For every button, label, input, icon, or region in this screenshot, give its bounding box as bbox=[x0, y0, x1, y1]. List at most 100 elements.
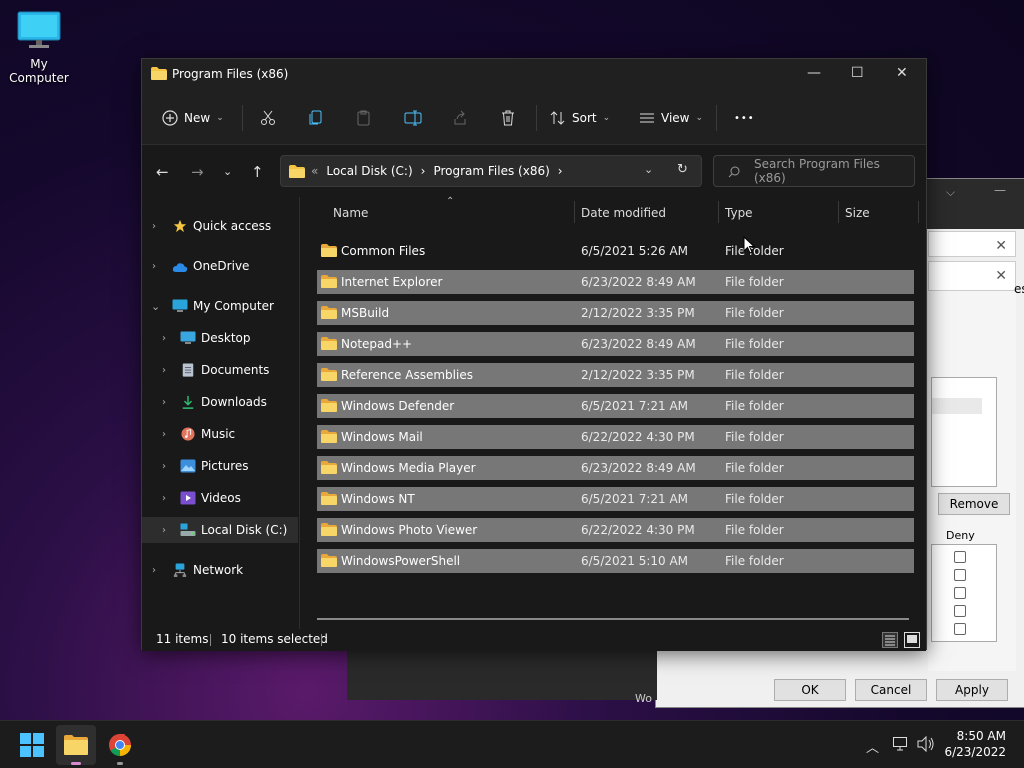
deny-checkbox[interactable] bbox=[954, 605, 966, 617]
chevron-right-icon[interactable]: › bbox=[162, 365, 166, 376]
chevron-right-icon[interactable]: › bbox=[162, 493, 166, 504]
copy-button[interactable] bbox=[308, 107, 324, 129]
file-row[interactable]: Common Files 6/5/2021 5:26 AM File folder bbox=[317, 239, 914, 263]
delete-button[interactable] bbox=[500, 107, 516, 129]
more-options-button[interactable]: ••• bbox=[734, 107, 755, 129]
sort-button[interactable]: Sort ⌄ bbox=[550, 107, 610, 129]
chevron-right-icon[interactable]: › bbox=[152, 565, 156, 576]
folder-icon bbox=[321, 430, 337, 443]
column-header-type[interactable]: Type bbox=[725, 206, 753, 220]
horizontal-scrollbar[interactable] bbox=[317, 618, 909, 620]
group-user-list[interactable] bbox=[931, 377, 997, 487]
maximize-button[interactable]: ☐ bbox=[851, 65, 864, 81]
address-history-chevron-icon[interactable]: ⌄ bbox=[644, 163, 653, 176]
recent-locations-chevron-icon[interactable]: ⌄ bbox=[223, 165, 232, 178]
file-row[interactable]: Notepad++ 6/23/2022 8:49 AM File folder bbox=[317, 332, 914, 356]
file-row[interactable]: Windows Mail 6/22/2022 4:30 PM File folder bbox=[317, 425, 914, 449]
chevron-right-icon[interactable]: › bbox=[162, 333, 166, 344]
nav-item-videos[interactable]: › Videos bbox=[142, 485, 298, 511]
up-arrow-icon[interactable]: ↑ bbox=[251, 163, 264, 181]
nav-item-downloads[interactable]: › Downloads bbox=[142, 389, 298, 415]
taskbar-file-explorer[interactable] bbox=[56, 725, 96, 765]
nav-item-local-disk[interactable]: › Local Disk (C:) bbox=[142, 517, 298, 543]
chevron-right-icon[interactable]: › bbox=[162, 429, 166, 440]
chevron-down-icon[interactable]: ⌄ bbox=[151, 300, 160, 313]
cancel-button[interactable]: Cancel bbox=[855, 679, 927, 701]
ok-button[interactable]: OK bbox=[774, 679, 846, 701]
new-button[interactable]: New ⌄ bbox=[162, 107, 224, 129]
column-header-name[interactable]: Name bbox=[333, 206, 368, 220]
minimize-icon[interactable]: — bbox=[994, 183, 1006, 197]
nav-item-pictures[interactable]: › Pictures bbox=[142, 453, 298, 479]
file-row[interactable]: Internet Explorer 6/23/2022 8:49 AM File f… bbox=[317, 270, 914, 294]
taskbar-chrome[interactable] bbox=[100, 725, 140, 765]
share-button[interactable] bbox=[452, 107, 468, 129]
start-button[interactable] bbox=[12, 725, 52, 765]
deny-checkbox[interactable] bbox=[954, 623, 966, 635]
nav-item-my-computer[interactable]: ⌄ My Computer bbox=[142, 293, 298, 319]
desktop-my-computer-shortcut[interactable]: My Computer bbox=[0, 8, 78, 85]
close-icon[interactable]: ✕ bbox=[995, 238, 1007, 254]
file-row[interactable]: Reference Assemblies 2/12/2022 3:35 PM Fil… bbox=[317, 363, 914, 387]
chevron-right-icon[interactable]: › bbox=[152, 221, 156, 232]
file-type: File folder bbox=[725, 368, 784, 382]
network-status-icon[interactable] bbox=[893, 737, 909, 751]
nav-item-network[interactable]: › Network bbox=[142, 557, 298, 583]
chevron-right-icon[interactable]: › bbox=[162, 525, 166, 536]
paste-button[interactable] bbox=[356, 107, 372, 129]
nav-item-documents[interactable]: › Documents bbox=[142, 357, 298, 383]
copy-icon bbox=[309, 110, 322, 125]
close-icon[interactable]: ✕ bbox=[995, 268, 1007, 284]
minimize-button[interactable]: — bbox=[807, 65, 821, 81]
address-bar[interactable]: « Local Disk (C:) › Program Files (x86) … bbox=[280, 155, 702, 187]
cloud-icon bbox=[172, 263, 188, 272]
breadcrumb-program-files[interactable]: Program Files (x86) bbox=[433, 164, 549, 178]
breadcrumb-local-disk[interactable]: Local Disk (C:) bbox=[326, 164, 412, 178]
back-arrow-icon[interactable]: ← bbox=[156, 163, 169, 181]
close-button[interactable]: ✕ bbox=[896, 65, 908, 81]
volume-icon[interactable] bbox=[917, 736, 935, 752]
breadcrumb-separator-icon[interactable]: › bbox=[558, 164, 563, 178]
breadcrumb-separator-icon[interactable]: › bbox=[421, 164, 426, 178]
nav-item-quick-access[interactable]: › Quick access bbox=[142, 213, 298, 239]
file-type: File folder bbox=[725, 430, 784, 444]
view-button[interactable]: View ⌄ bbox=[639, 107, 703, 129]
nav-item-desktop[interactable]: › Desktop bbox=[142, 325, 298, 351]
file-row[interactable]: MSBuild 2/12/2022 3:35 PM File folder bbox=[317, 301, 914, 325]
search-box[interactable]: Search Program Files (x86) bbox=[713, 155, 915, 187]
column-header-date[interactable]: Date modified bbox=[581, 206, 666, 220]
cut-button[interactable] bbox=[260, 107, 276, 129]
rename-button[interactable] bbox=[404, 107, 422, 129]
folder-icon bbox=[321, 492, 337, 505]
clock[interactable]: 8:50 AM 6/23/2022 bbox=[944, 728, 1006, 760]
folder-icon bbox=[321, 275, 337, 288]
file-row[interactable]: Windows Photo Viewer 6/22/2022 4:30 PM Fil… bbox=[317, 518, 914, 542]
chevron-right-icon[interactable]: › bbox=[152, 261, 156, 272]
file-row[interactable]: WindowsPowerShell 6/5/2021 5:10 AM File fo… bbox=[317, 549, 914, 573]
overflow-crumbs[interactable]: « bbox=[311, 164, 318, 178]
file-row[interactable]: Windows Defender 6/5/2021 7:21 AM File fol… bbox=[317, 394, 914, 418]
chevron-right-icon[interactable]: › bbox=[162, 461, 166, 472]
nav-item-music[interactable]: › Music bbox=[142, 421, 298, 447]
apply-button[interactable]: Apply bbox=[936, 679, 1008, 701]
deny-checkbox[interactable] bbox=[954, 587, 966, 599]
title-bar[interactable]: Program Files (x86) — ☐ ✕ bbox=[142, 59, 926, 91]
file-row[interactable]: Windows Media Player 6/23/2022 8:49 AM Fil… bbox=[317, 456, 914, 480]
chevron-down-icon[interactable]: ⌵ bbox=[946, 185, 955, 200]
nav-label: OneDrive bbox=[193, 259, 250, 273]
file-name: Windows Media Player bbox=[341, 461, 476, 475]
remove-button[interactable]: Remove bbox=[938, 493, 1010, 515]
refresh-icon[interactable]: ↻ bbox=[677, 162, 688, 177]
nav-label: Videos bbox=[201, 491, 241, 505]
file-row[interactable]: Windows NT 6/5/2021 7:21 AM File folder bbox=[317, 487, 914, 511]
nav-item-onedrive[interactable]: › OneDrive bbox=[142, 253, 298, 279]
show-hidden-icons-chevron-icon[interactable]: ︿ bbox=[866, 737, 879, 756]
chevron-right-icon[interactable]: › bbox=[162, 397, 166, 408]
details-view-icon[interactable] bbox=[882, 632, 898, 648]
deny-checkbox[interactable] bbox=[954, 551, 966, 563]
column-header-size[interactable]: Size bbox=[845, 206, 870, 220]
forward-arrow-icon[interactable]: → bbox=[191, 163, 204, 181]
deny-checkbox[interactable] bbox=[954, 569, 966, 581]
tiles-view-icon[interactable] bbox=[904, 632, 920, 648]
status-bar: 11 items 10 items selected bbox=[142, 629, 926, 651]
